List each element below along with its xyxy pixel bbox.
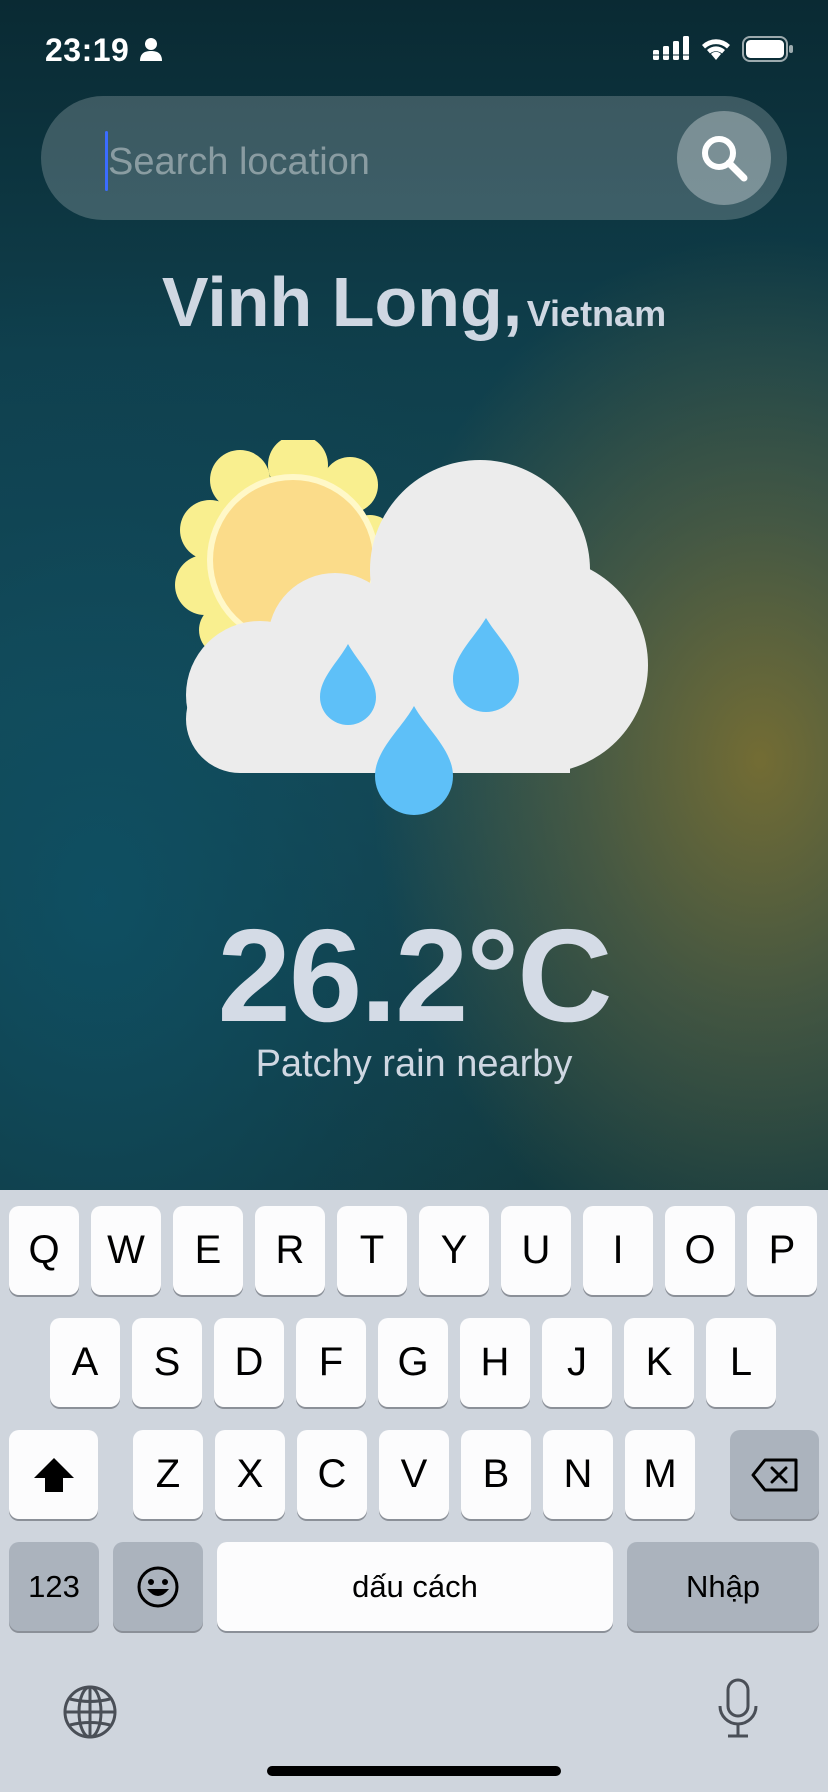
- key-s[interactable]: S: [132, 1318, 202, 1407]
- key-j[interactable]: J: [542, 1318, 612, 1407]
- emoji-icon: [137, 1566, 179, 1607]
- weather-condition: Patchy rain nearby: [255, 1043, 573, 1085]
- key-o[interactable]: O: [665, 1206, 735, 1295]
- sun-cloud-rain-icon: [175, 440, 648, 815]
- key-c[interactable]: C: [297, 1430, 367, 1519]
- on-screen-keyboard: Q W E R T Y U I O P A S D F G H J K L Z X C V B N M 123 dấu cách Nhậ…: [0, 1190, 828, 1792]
- key-d[interactable]: D: [214, 1318, 284, 1407]
- key-w[interactable]: W: [91, 1206, 161, 1295]
- key-q[interactable]: Q: [9, 1206, 79, 1295]
- emoji-key[interactable]: [113, 1542, 203, 1631]
- key-p[interactable]: P: [747, 1206, 817, 1295]
- home-indicator: [267, 1766, 561, 1776]
- shift-key[interactable]: [9, 1430, 98, 1519]
- key-x[interactable]: X: [215, 1430, 285, 1519]
- key-h[interactable]: H: [460, 1318, 530, 1407]
- backspace-icon: [751, 1458, 797, 1491]
- microphone-icon[interactable]: [716, 1678, 760, 1740]
- shift-icon: [33, 1457, 74, 1492]
- key-e[interactable]: E: [173, 1206, 243, 1295]
- key-g[interactable]: G: [378, 1318, 448, 1407]
- cellular-signal-icon: [653, 36, 689, 60]
- space-key[interactable]: dấu cách: [217, 1542, 613, 1631]
- return-key[interactable]: Nhập: [627, 1542, 819, 1631]
- numbers-key[interactable]: 123: [9, 1542, 99, 1631]
- temperature-value: 26.2°C: [217, 902, 612, 1049]
- key-v[interactable]: V: [379, 1430, 449, 1519]
- status-time: 23:19: [45, 32, 130, 68]
- key-z[interactable]: Z: [133, 1430, 203, 1519]
- key-r[interactable]: R: [255, 1206, 325, 1295]
- key-k[interactable]: K: [624, 1318, 694, 1407]
- country-name: Vietnam: [526, 293, 667, 334]
- key-l[interactable]: L: [706, 1318, 776, 1407]
- key-m[interactable]: M: [625, 1430, 695, 1519]
- key-i[interactable]: I: [583, 1206, 653, 1295]
- key-n[interactable]: N: [543, 1430, 613, 1519]
- person-icon: [140, 38, 162, 61]
- key-b[interactable]: B: [461, 1430, 531, 1519]
- search-button[interactable]: [677, 111, 771, 205]
- key-a[interactable]: A: [50, 1318, 120, 1407]
- search-icon: [702, 136, 748, 182]
- key-f[interactable]: F: [296, 1318, 366, 1407]
- city-name: Vinh Long,: [161, 263, 523, 341]
- backspace-key[interactable]: [730, 1430, 819, 1519]
- location-heading: Vinh Long, Vietnam: [0, 262, 828, 342]
- key-t[interactable]: T: [337, 1206, 407, 1295]
- key-u[interactable]: U: [501, 1206, 571, 1295]
- wifi-icon: [702, 39, 730, 60]
- globe-icon[interactable]: [62, 1684, 118, 1740]
- key-y[interactable]: Y: [419, 1206, 489, 1295]
- status-bar: 23:19: [0, 0, 828, 100]
- search-input[interactable]: [108, 136, 668, 188]
- battery-icon: [742, 36, 793, 62]
